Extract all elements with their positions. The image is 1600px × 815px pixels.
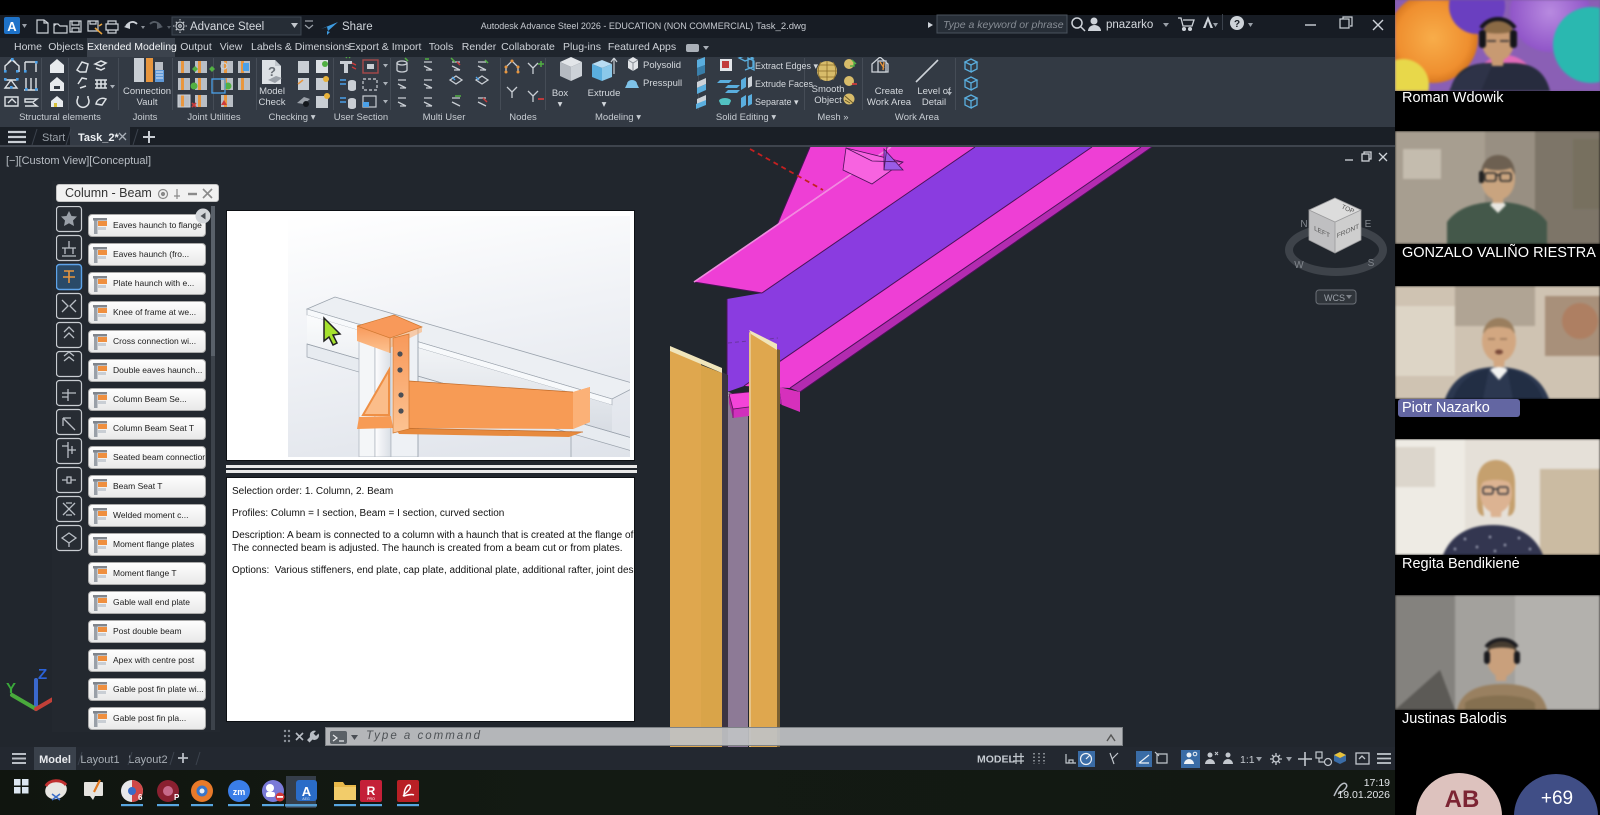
svg-text:Y: Y bbox=[6, 680, 16, 697]
svg-text:Task_2*: Task_2* bbox=[78, 132, 119, 144]
svg-text:MODEL: MODEL bbox=[977, 754, 1016, 766]
svg-text:S: S bbox=[1368, 258, 1375, 269]
svg-text:Layout1: Layout1 bbox=[80, 754, 119, 766]
svg-text:W: W bbox=[1294, 260, 1304, 271]
svg-text:6: 6 bbox=[138, 793, 143, 802]
svg-text:AEG: AEG bbox=[302, 797, 310, 801]
svg-text:1:1: 1:1 bbox=[1240, 754, 1255, 766]
svg-text:[−][Custom View][Conceptual]: [−][Custom View][Conceptual] bbox=[6, 155, 151, 167]
svg-text:Type a keyword or phrase: Type a keyword or phrase bbox=[943, 19, 1064, 31]
svg-text:N: N bbox=[1300, 219, 1307, 230]
svg-text:pnazarko: pnazarko bbox=[1106, 19, 1153, 31]
svg-text:Task_2.dwg: Task_2.dwg bbox=[756, 21, 806, 32]
svg-text:?: ? bbox=[1234, 19, 1240, 30]
svg-text:WCS: WCS bbox=[1324, 293, 1345, 303]
svg-text:E: E bbox=[1365, 219, 1372, 230]
svg-text:Start: Start bbox=[42, 132, 65, 144]
svg-text:Layout2: Layout2 bbox=[128, 754, 167, 766]
svg-text:A: A bbox=[7, 19, 17, 34]
svg-text:Autodesk Advance Steel 2026 -: Autodesk Advance Steel 2026 - EDUCATION … bbox=[481, 21, 753, 31]
svg-text:zm: zm bbox=[233, 787, 246, 797]
svg-text:Model: Model bbox=[39, 754, 71, 766]
svg-text:Z: Z bbox=[38, 666, 47, 683]
svg-text:Share: Share bbox=[342, 21, 373, 33]
svg-text:R: R bbox=[367, 784, 376, 798]
svg-text:Advance Steel: Advance Steel bbox=[190, 21, 264, 33]
svg-text:P: P bbox=[174, 793, 180, 802]
svg-text:17:19: 17:19 bbox=[1364, 777, 1390, 789]
svg-text:PRO: PRO bbox=[367, 797, 375, 801]
svg-text:19.01.2026: 19.01.2026 bbox=[1337, 789, 1390, 801]
